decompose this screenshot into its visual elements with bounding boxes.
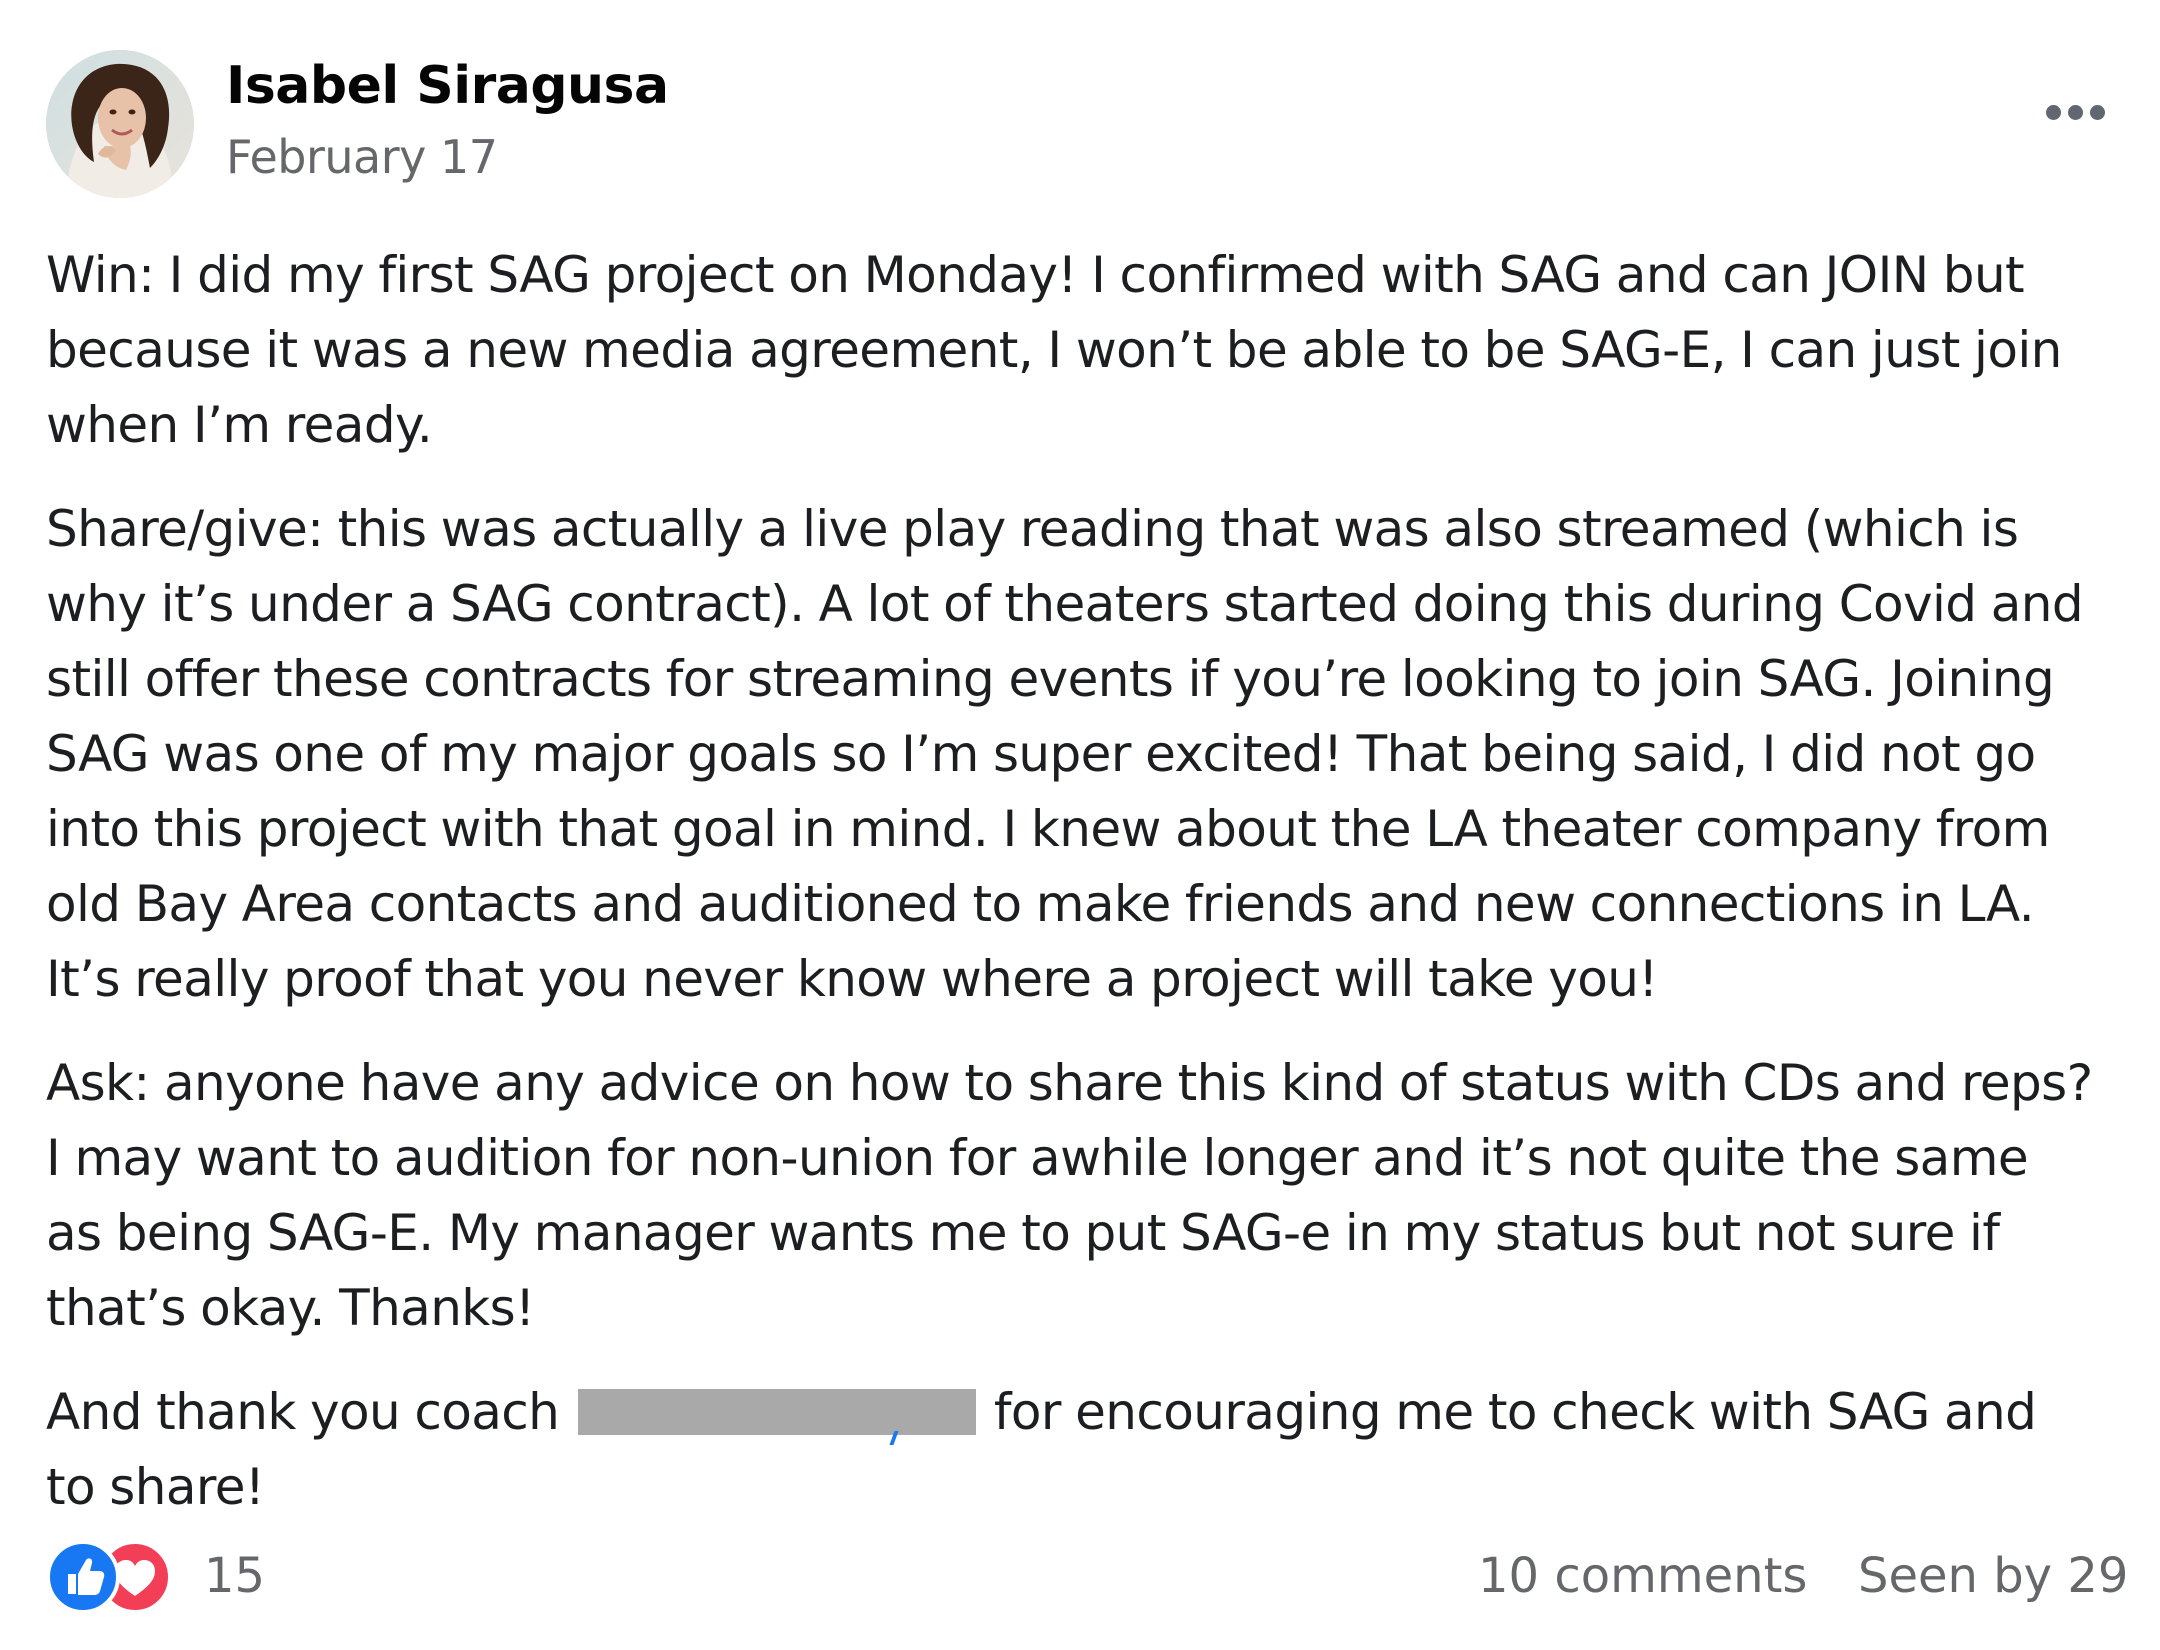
post-paragraph-thanks: And thank you coach for encouraging me t… [46,1375,2126,1525]
post-text-line: And thank you coach for encouraging me t… [46,1375,2126,1450]
post-text-line: It’s really proof that you never know wh… [46,950,1658,1008]
post-paragraph-share: Share/give: this was actually a live pla… [46,492,2126,1017]
seen-by-link[interactable]: Seen by 29 [1858,1548,2128,1604]
post-text-line: why it’s under a SAG contract). A lot of… [46,575,2084,633]
post-text-line: as being SAG-E. My manager wants me to p… [46,1204,2000,1262]
post-paragraph-ask: Ask: anyone have any advice on how to sh… [46,1046,2126,1346]
post-text-line: SAG was one of my major goals so I’m sup… [46,725,2036,783]
post-card: Isabel Siragusa February 17 Win: I did m… [0,0,2160,1650]
post-footer: 15 10 comments Seen by 29 [46,1540,2128,1620]
post-paragraph-win: Win: I did my first SAG project on Monda… [46,238,2126,463]
post-text-line: that’s okay. Thanks! [46,1279,535,1337]
author-avatar[interactable] [46,50,194,198]
comments-count-link[interactable]: 10 comments [1478,1548,1807,1604]
post-body: Win: I did my first SAG project on Monda… [46,238,2126,1554]
post-text-line: Share/give: this was actually a live pla… [46,500,2019,558]
more-options-button[interactable] [2036,86,2116,136]
reaction-count: 15 [204,1548,266,1604]
post-date[interactable]: February 17 [226,130,498,184]
post-text-line: I may want to audition for non-union for… [46,1129,2029,1187]
closing-text-after: for encouraging me to check with SAG and [979,1383,2037,1441]
post-text-line: into this project with that goal in mind… [46,800,2050,858]
post-text-line: Win: I did my first SAG project on Monda… [46,246,2025,304]
avatar-photo-icon [46,50,194,198]
redacted-mention[interactable] [577,1389,976,1445]
post-text-line: when I’m ready. [46,396,433,454]
post-text-line: Ask: anyone have any advice on how to sh… [46,1054,2093,1112]
post-text-line: because it was a new media agreement, I … [46,321,2062,379]
author-name[interactable]: Isabel Siragusa [226,56,669,116]
post-header: Isabel Siragusa February 17 [46,50,2126,200]
like-icon [46,1540,120,1614]
post-text-line: still offer these contracts for streamin… [46,650,2055,708]
post-text-line: old Bay Area contacts and auditioned to … [46,875,2035,933]
closing-text-before: And thank you coach [46,1383,574,1441]
post-text-line: to share! [46,1458,265,1516]
